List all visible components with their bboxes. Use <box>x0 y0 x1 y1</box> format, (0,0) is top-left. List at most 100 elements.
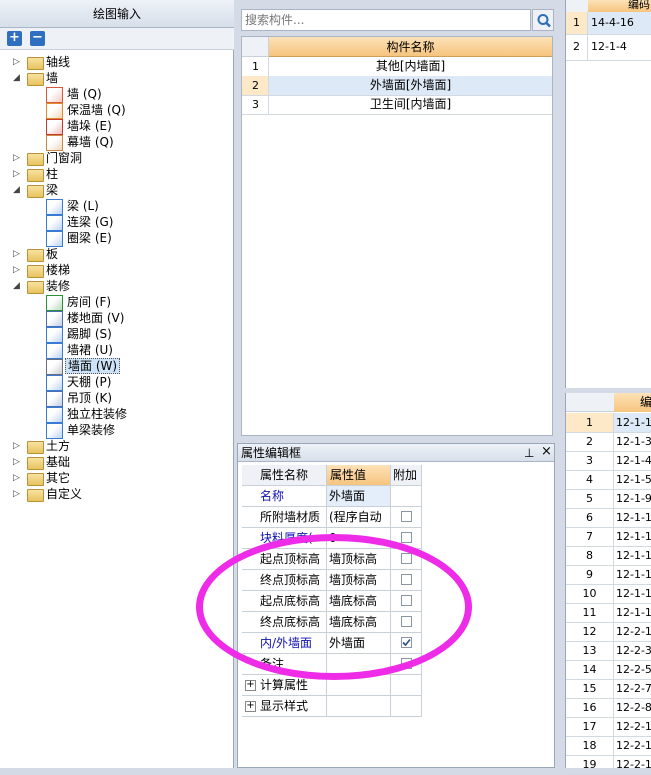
component-icon <box>46 423 63 439</box>
tree-item[interactable]: 吊顶 (K) <box>0 390 232 407</box>
collapse-arrow-icon[interactable]: ◢ <box>13 182 23 198</box>
attach-checkbox[interactable] <box>401 532 412 543</box>
tree-item[interactable]: 墙裙 (U) <box>0 342 232 359</box>
expand-arrow-icon[interactable]: ▷ <box>13 166 23 182</box>
expand-arrow-icon[interactable]: ▷ <box>13 486 23 502</box>
pin-icon[interactable]: ⊥ <box>524 444 534 462</box>
tree-item[interactable]: ▷ 轴线 <box>0 54 232 70</box>
property-value[interactable] <box>327 696 391 717</box>
tree-item[interactable]: 楼地面 (V) <box>0 310 232 327</box>
attach-checkbox[interactable] <box>401 574 412 585</box>
property-value[interactable] <box>327 675 391 696</box>
tree-item[interactable]: ▷ 柱 <box>0 166 232 182</box>
tree-item[interactable]: ◢ 墙 <box>0 70 232 86</box>
tree-item[interactable]: ▷ 基础 <box>0 454 232 470</box>
tree-item[interactable]: 踢脚 (S) <box>0 326 232 343</box>
table-row[interactable]: 18 12-2-1 <box>566 736 651 756</box>
table-row[interactable]: 13 12-2-3 <box>566 641 651 661</box>
property-value[interactable]: 0 <box>327 528 391 549</box>
attach-checkbox[interactable] <box>401 637 412 648</box>
code-cell: 12-2-1 <box>616 758 651 771</box>
search-input[interactable]: 搜索构件... <box>241 9 531 31</box>
property-value[interactable]: 墙顶标高 <box>327 549 391 570</box>
tree-item[interactable]: ◢ 装修 <box>0 278 232 294</box>
table-row[interactable]: 9 12-1-1 <box>566 565 651 585</box>
table-row[interactable]: 19 12-2-1 <box>566 755 651 775</box>
property-value[interactable]: 墙顶标高 <box>327 570 391 591</box>
tree-item[interactable]: 墙垛 (E) <box>0 118 232 135</box>
tree-item[interactable]: 保温墙 (Q) <box>0 102 232 119</box>
table-row[interactable]: 3 12-1-4 <box>566 451 651 471</box>
tree-item[interactable]: 单梁装修 <box>0 422 232 439</box>
table-row[interactable]: 17 12-2-1 <box>566 717 651 737</box>
tree-item[interactable]: 连梁 (G) <box>0 214 232 231</box>
attach-checkbox[interactable] <box>401 658 412 669</box>
tree-item[interactable]: ▷ 门窗洞 <box>0 150 232 166</box>
table-row[interactable]: 5 12-1-9 <box>566 489 651 509</box>
expand-arrow-icon[interactable]: ▷ <box>13 246 23 262</box>
property-value[interactable]: 墙底标高 <box>327 612 391 633</box>
tree-item[interactable]: 独立柱装修 <box>0 406 232 423</box>
table-row[interactable]: 2 12-1-3 <box>566 432 651 452</box>
expand-arrow-icon[interactable]: ▷ <box>13 470 23 486</box>
expand-arrow-icon[interactable]: ▷ <box>13 54 23 70</box>
component-icon <box>46 87 63 103</box>
table-row[interactable]: 1 14-4-16 <box>566 12 651 35</box>
attach-checkbox[interactable] <box>401 511 412 522</box>
table-row[interactable]: 11 12-1-1 <box>566 603 651 623</box>
rbot-header: 编 <box>614 393 651 412</box>
collapse-arrow-icon[interactable]: ◢ <box>13 278 23 294</box>
tree-item[interactable]: ▷ 楼梯 <box>0 262 232 278</box>
search-button[interactable] <box>532 9 554 31</box>
tree-item[interactable]: 幕墙 (Q) <box>0 134 232 151</box>
table-row[interactable]: 6 12-1-1 <box>566 508 651 528</box>
property-value[interactable]: (程序自动 <box>327 507 391 528</box>
tree-item[interactable]: ▷ 自定义 <box>0 486 232 502</box>
expand-icon[interactable]: + <box>245 680 256 691</box>
table-row[interactable]: 15 12-2-7 <box>566 679 651 699</box>
expand-arrow-icon[interactable]: ▷ <box>13 454 23 470</box>
expand-all-button[interactable]: + <box>7 31 22 46</box>
tree-item[interactable]: 墙 (Q) <box>0 86 232 103</box>
panel-title: 绘图输入 <box>0 0 234 28</box>
property-name: 起点顶标高 <box>242 549 327 570</box>
table-row[interactable]: 7 12-1-1 <box>566 527 651 547</box>
table-row[interactable]: 12 12-2-1 <box>566 622 651 642</box>
table-row[interactable]: 1 12-1-1 <box>566 413 651 433</box>
property-value[interactable]: 外墙面 <box>327 486 391 507</box>
list-item[interactable]: 2 外墙面[外墙面] <box>242 76 552 96</box>
table-row[interactable]: 10 12-1-1 <box>566 584 651 604</box>
expand-icon[interactable]: + <box>245 701 256 712</box>
tree-item[interactable]: ▷ 板 <box>0 246 232 262</box>
tree-item[interactable]: 天棚 (P) <box>0 374 232 391</box>
tree-item[interactable]: ◢ 梁 <box>0 182 232 198</box>
attach-checkbox[interactable] <box>401 553 412 564</box>
tree-item[interactable]: ▷ 土方 <box>0 438 232 454</box>
expand-arrow-icon[interactable]: ▷ <box>13 150 23 166</box>
attach-checkbox[interactable] <box>401 616 412 627</box>
tree-item[interactable]: 梁 (L) <box>0 198 232 215</box>
folder-icon <box>27 265 44 278</box>
collapse-all-button[interactable]: − <box>30 31 45 46</box>
property-value[interactable] <box>327 654 391 675</box>
table-row[interactable]: 14 12-2-5 <box>566 660 651 680</box>
list-item[interactable]: 1 其他[内墙面] <box>242 57 552 77</box>
tree-item[interactable]: ▷ 其它 <box>0 470 232 486</box>
table-row[interactable]: 2 12-1-4 <box>566 34 651 61</box>
list-item[interactable]: 3 卫生间[内墙面] <box>242 95 552 115</box>
tree-item[interactable]: 墙面 (W) <box>0 358 232 375</box>
folder-icon <box>27 489 44 502</box>
expand-arrow-icon[interactable]: ▷ <box>13 438 23 454</box>
tree-item[interactable]: 房间 (F) <box>0 294 232 311</box>
attach-checkbox[interactable] <box>401 595 412 606</box>
property-value[interactable]: 墙底标高 <box>327 591 391 612</box>
collapse-arrow-icon[interactable]: ◢ <box>13 70 23 86</box>
property-value[interactable]: 外墙面 <box>327 633 391 654</box>
table-row[interactable]: 4 12-1-5 <box>566 470 651 490</box>
table-row[interactable]: 8 12-1-1 <box>566 546 651 566</box>
expand-arrow-icon[interactable]: ▷ <box>13 262 23 278</box>
tree-item-label: 墙 (Q) <box>67 87 102 101</box>
table-row[interactable]: 16 12-2-8 <box>566 698 651 718</box>
close-icon[interactable]: × <box>541 443 552 461</box>
tree-item[interactable]: 圈梁 (E) <box>0 230 232 247</box>
